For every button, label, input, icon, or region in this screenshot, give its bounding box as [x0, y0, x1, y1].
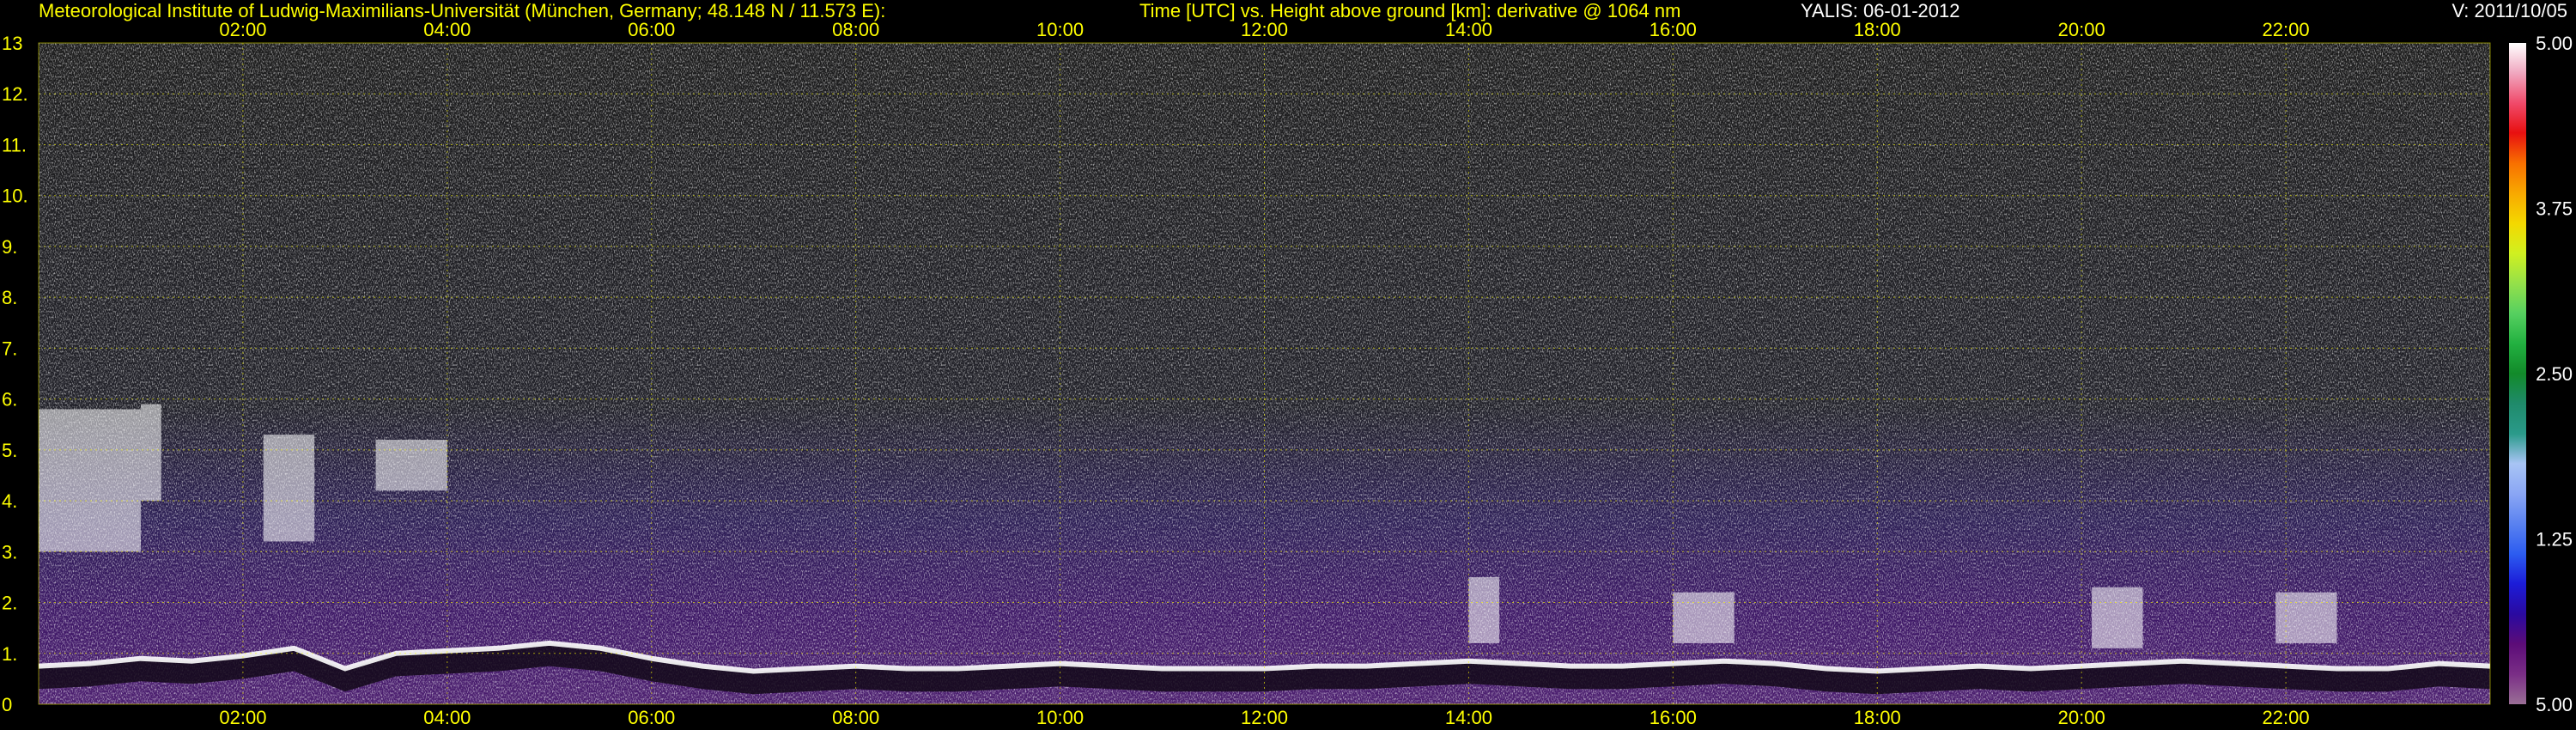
plot-title: Time [UTC] vs. Height above ground [km]:…	[1139, 0, 1680, 21]
x-tick-label-bottom: 18:00	[1854, 707, 1901, 728]
y-tick-label: 10.	[2, 186, 28, 207]
x-tick-label-bottom: 02:00	[219, 707, 266, 728]
x-tick-label-bottom: 22:00	[2263, 707, 2310, 728]
aerosol-layer	[263, 435, 315, 542]
colorbar-tick-label: 5.00	[2536, 694, 2573, 715]
x-tick-label-bottom: 08:00	[832, 707, 879, 728]
y-tick-label: 1.	[2, 643, 17, 665]
y-tick-label: 0	[2, 694, 12, 715]
colorbar-tick-label: 3.75	[2536, 198, 2573, 220]
aerosol-layer	[39, 409, 141, 552]
x-tick-label-top: 16:00	[1649, 19, 1697, 40]
version-label: V: 2011/10/05	[2451, 0, 2567, 21]
aerosol-layer	[1673, 592, 1735, 643]
y-tick-label: 7.	[2, 338, 17, 359]
colorbar: 5.00 3.75 2.50 1.25 5.00	[2509, 33, 2573, 715]
x-tick-label-top: 06:00	[628, 19, 675, 40]
x-tick-label-top: 02:00	[219, 19, 266, 40]
y-tick-label: 8.	[2, 287, 17, 308]
x-tick-label-bottom: 14:00	[1445, 707, 1492, 728]
y-tick-label: 3.	[2, 541, 17, 563]
y-tick-label: 5.	[2, 440, 17, 461]
x-tick-label-bottom: 16:00	[1649, 707, 1697, 728]
lidar-chart: Meteorological Institute of Ludwig-Maxim…	[2, 0, 2573, 728]
x-tick-label-bottom: 12:00	[1241, 707, 1288, 728]
x-axis-top: 02:00 04:00 06:00 08:00 10:00 12:00 14:00 16:00…	[219, 19, 2309, 40]
x-tick-label-top: 18:00	[1854, 19, 1901, 40]
x-tick-label-bottom: 10:00	[1036, 707, 1084, 728]
y-tick-label: 13	[2, 33, 22, 54]
x-axis-bottom: 02:00 04:00 06:00 08:00 10:00 12:00 14:00 16:00…	[219, 707, 2309, 728]
aerosol-layer	[140, 404, 161, 502]
aerosol-layer	[2092, 587, 2143, 648]
aerosol-layer	[1468, 576, 1500, 643]
colorbar-tick-label: 1.25	[2536, 529, 2573, 551]
y-tick-label: 9.	[2, 236, 17, 258]
x-tick-label-bottom: 04:00	[423, 707, 471, 728]
aerosol-layer	[375, 440, 447, 491]
x-tick-label-bottom: 20:00	[2058, 707, 2105, 728]
colorbar-tick-label: 2.50	[2536, 363, 2573, 385]
y-tick-label: 2.	[2, 593, 17, 614]
heatmap-area	[39, 43, 2490, 704]
y-tick-label: 6.	[2, 389, 17, 411]
y-axis: 0 1. 2. 3. 4. 5. 6. 7. 8. 9. 10. 11. 12. 13	[2, 33, 28, 715]
x-tick-label-top: 10:00	[1036, 19, 1084, 40]
x-tick-label-top: 14:00	[1445, 19, 1492, 40]
x-tick-label-top: 08:00	[832, 19, 879, 40]
x-tick-label-top: 22:00	[2263, 19, 2310, 40]
x-tick-label-top: 20:00	[2058, 19, 2105, 40]
x-tick-label-bottom: 06:00	[628, 707, 675, 728]
colorbar-tick-label: 5.00	[2536, 33, 2573, 54]
y-tick-label: 4.	[2, 490, 17, 512]
x-tick-label-top: 04:00	[423, 19, 471, 40]
y-tick-label: 11.	[2, 134, 27, 155]
aerosol-layer	[2275, 592, 2337, 643]
x-tick-label-top: 12:00	[1241, 19, 1288, 40]
y-tick-label: 12.	[2, 83, 28, 105]
